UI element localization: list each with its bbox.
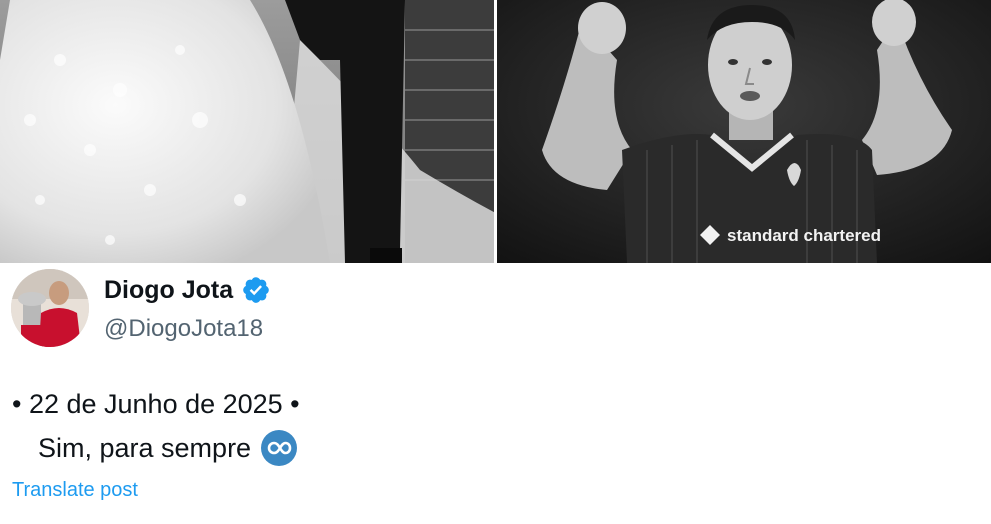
- post-text-line-2-row: Sim, para sempre: [12, 426, 300, 470]
- wedding-photo[interactable]: [0, 0, 494, 263]
- jersey-sponsor-text: standard chartered: [727, 226, 881, 245]
- celebration-photo[interactable]: standard chartered: [497, 0, 991, 263]
- author-handle[interactable]: @DiogoJota18: [104, 315, 263, 343]
- translate-post-link[interactable]: Translate post: [12, 479, 138, 502]
- post-media[interactable]: standard chartered: [0, 0, 991, 263]
- author-name-row[interactable]: Diogo Jota: [104, 275, 271, 305]
- post-text-line-1: • 22 de Junho de 2025 •: [12, 389, 300, 419]
- infinity-icon: [261, 430, 298, 466]
- post-text: • 22 de Junho de 2025 • Sim, para sempre: [12, 382, 300, 470]
- post-text-line-2: Sim, para sempre: [38, 433, 252, 463]
- tweet-body: Diogo Jota @DiogoJota18 • 22 de Junho de…: [0, 263, 991, 524]
- verified-badge-icon[interactable]: [241, 275, 271, 305]
- avatar[interactable]: [11, 269, 89, 347]
- tweet-screenshot: standard chartered Diogo Jota @DiogoJota…: [0, 0, 991, 524]
- author-name[interactable]: Diogo Jota: [104, 276, 233, 305]
